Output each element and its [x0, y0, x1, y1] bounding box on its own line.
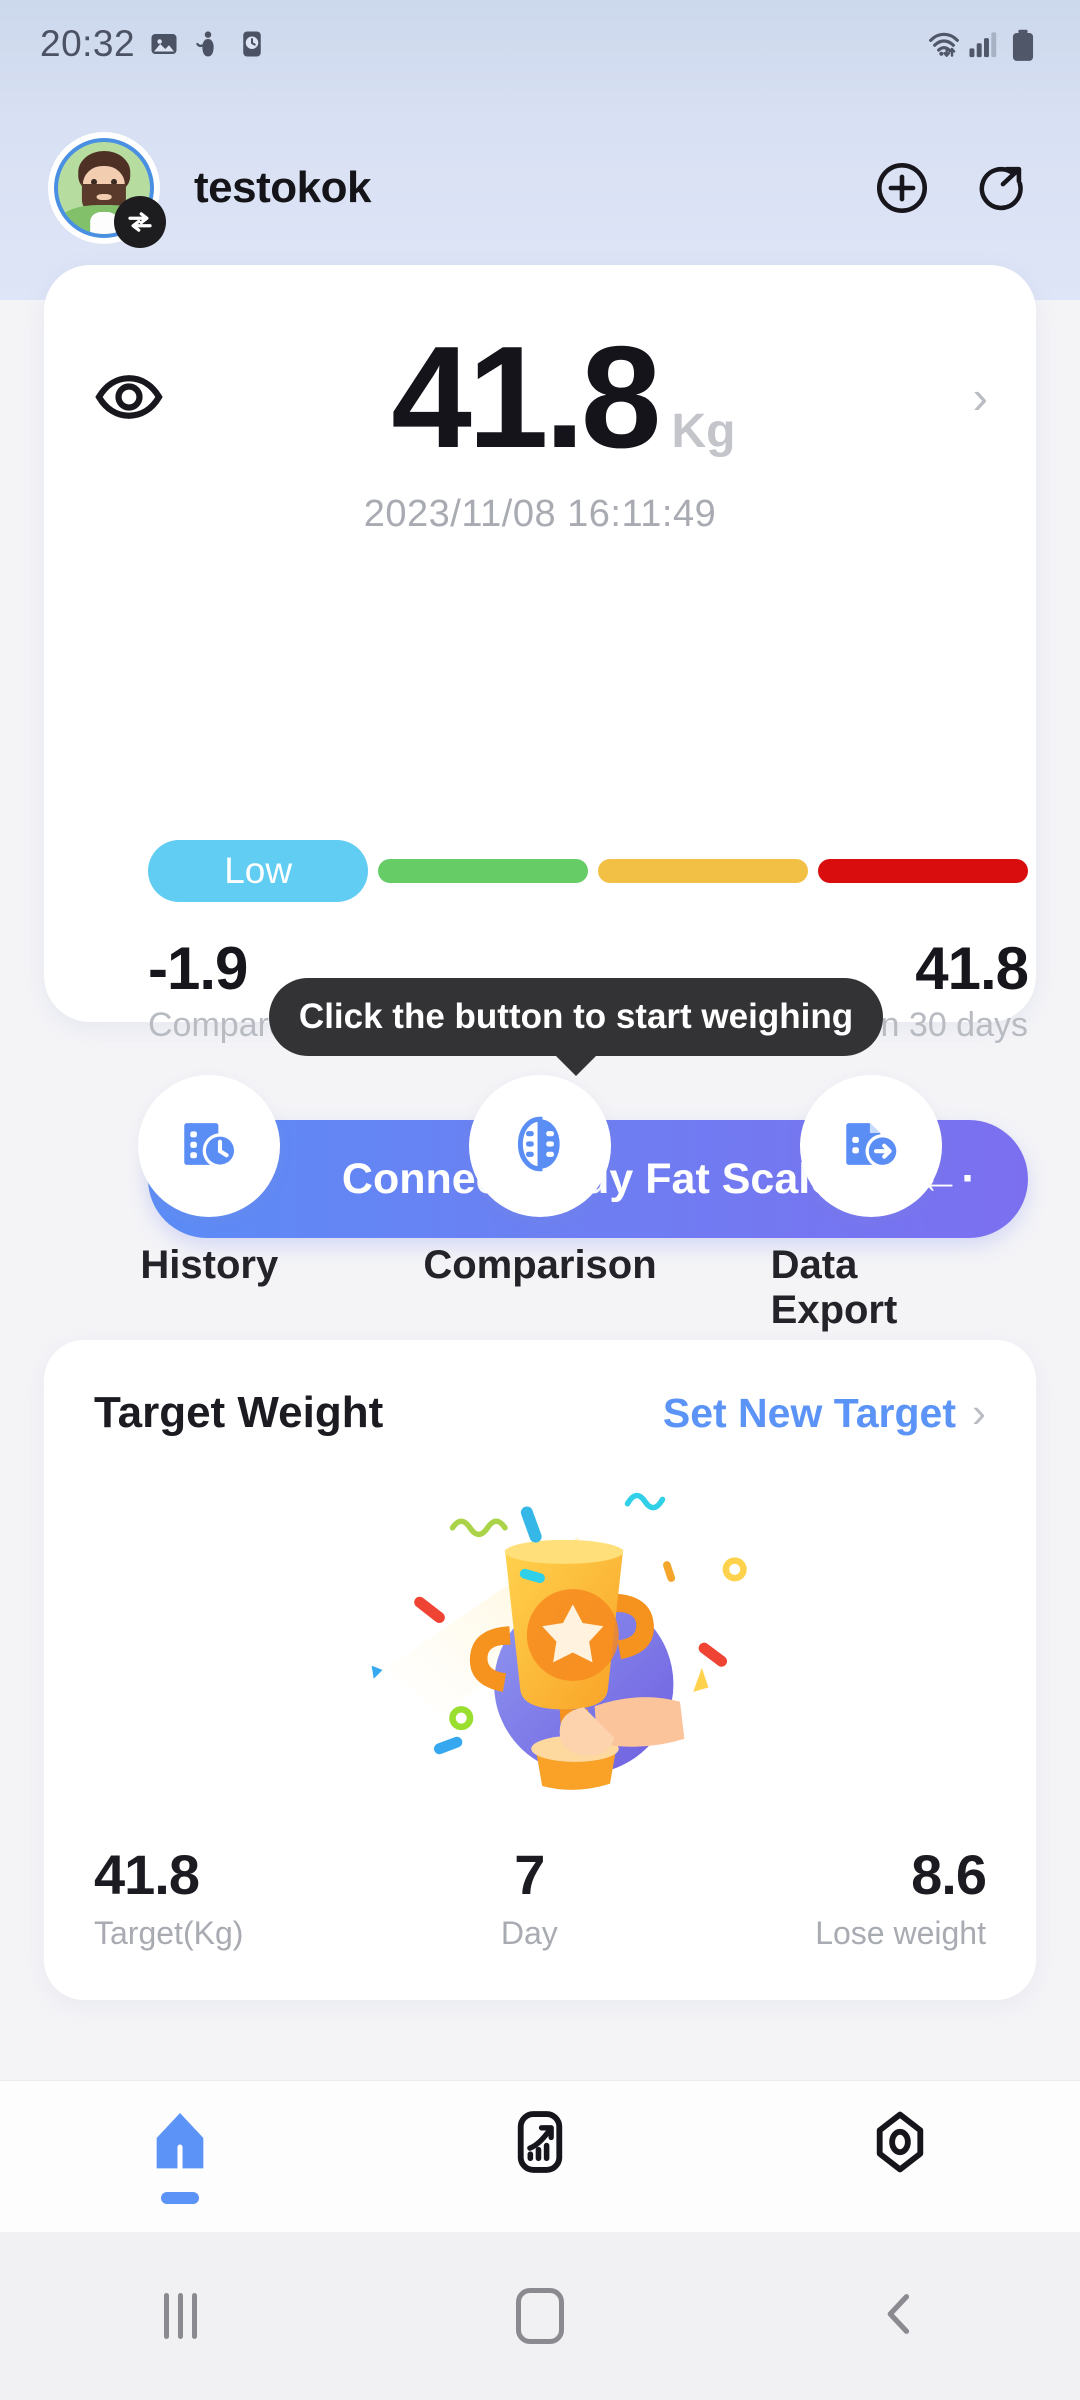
- recents-button[interactable]: [100, 2276, 260, 2356]
- segment-low-label: Low: [224, 850, 293, 891]
- target-card-header: Target Weight Set New Target ›: [94, 1378, 986, 1448]
- weight-range-segments: Low: [148, 840, 1028, 902]
- profile-header-row: testokok: [0, 128, 1080, 248]
- comparison-split-icon: [509, 1113, 571, 1180]
- switch-user-badge[interactable]: [114, 196, 166, 248]
- action-data-export[interactable]: Data Export: [771, 1075, 971, 1333]
- back-chevron-icon: [874, 2288, 926, 2345]
- history-clock-icon: [176, 1111, 242, 1182]
- action-data-export-label: Data Export: [770, 1243, 898, 1332]
- segment-normal[interactable]: [378, 859, 589, 883]
- image-icon: [149, 29, 179, 59]
- status-bar-right: [926, 29, 1040, 61]
- wifi-icon: [926, 29, 959, 59]
- best-value: 41.8: [915, 935, 1029, 1002]
- tooltip-text: Click the button to start weighing: [298, 997, 854, 1036]
- home-square-icon: [516, 2288, 564, 2344]
- target-stats-row: 41.8 Target(Kg) 7 Day 8.6 Lose weight: [94, 1843, 987, 1952]
- trophy-celebration-illustration: [44, 1460, 1036, 1810]
- header-actions: [872, 158, 1032, 218]
- action-data-export-circle: [799, 1075, 942, 1217]
- settings-hex-icon: [869, 2109, 931, 2180]
- set-new-target-label: Set New Target: [662, 1389, 956, 1436]
- set-new-target-button[interactable]: Set New Target ›: [663, 1390, 986, 1437]
- signal-icon: [968, 29, 998, 59]
- nav-indicator-placeholder: [521, 2192, 559, 2204]
- stat-day: 7 Day: [500, 1843, 558, 1952]
- recents-icon: [163, 2293, 197, 2339]
- stat-target-value: 41.8: [94, 1843, 200, 1907]
- status-bar-clock: 20:32: [40, 23, 136, 64]
- stat-target-label: Target(Kg): [94, 1915, 244, 1951]
- trend-chart-icon: [509, 2109, 571, 2180]
- nav-item-trend[interactable]: [440, 2109, 640, 2204]
- avatar-mouth: [96, 193, 112, 200]
- person-icon: [193, 29, 223, 59]
- stat-day-label: Day: [500, 1915, 558, 1951]
- action-comparison[interactable]: Comparison: [423, 1075, 657, 1288]
- segment-low[interactable]: Low: [148, 840, 369, 902]
- weight-unit: Kg: [671, 404, 736, 458]
- chevron-right-icon[interactable]: ›: [973, 374, 988, 420]
- status-bar: 20:32: [0, 0, 1080, 88]
- plus-circle-icon[interactable]: [872, 158, 932, 218]
- action-history[interactable]: History: [109, 1075, 309, 1288]
- stat-lose-weight-label: Lose weight: [815, 1915, 986, 1951]
- action-comparison-label: Comparison: [423, 1243, 657, 1287]
- home-button[interactable]: [460, 2276, 620, 2356]
- eye-icon[interactable]: [92, 360, 166, 434]
- target-card-title: Target Weight: [94, 1388, 384, 1437]
- nav-active-indicator: [161, 2192, 199, 2204]
- status-bar-left: 20:32: [40, 23, 267, 65]
- action-history-label: History: [140, 1243, 279, 1287]
- home-icon: [149, 2109, 211, 2180]
- action-history-circle: [138, 1075, 281, 1217]
- android-navigation-bar: [0, 2232, 1080, 2400]
- chevron-right-icon: ›: [972, 1389, 986, 1436]
- username-label: testokok: [194, 163, 371, 212]
- quick-actions-row: History Comparison Data Export: [44, 1075, 1036, 1332]
- stat-day-value: 7: [514, 1843, 545, 1907]
- refresh-share-icon[interactable]: [972, 158, 1032, 218]
- stat-lose-weight: 8.6 Lose weight: [815, 1843, 987, 1952]
- weighing-tooltip: Click the button to start weighing: [269, 978, 883, 1056]
- weight-display-row[interactable]: 41.8 Kg ›: [44, 317, 1036, 477]
- nav-indicator-placeholder: [881, 2192, 919, 2204]
- nav-item-settings[interactable]: [800, 2109, 1000, 2204]
- data-export-icon: [838, 1111, 904, 1182]
- weight-timestamp: 2023/11/08 16:11:49: [363, 493, 717, 535]
- bottom-navigation: [0, 2080, 1080, 2232]
- nav-item-home[interactable]: [80, 2109, 280, 2204]
- target-weight-card: Target Weight Set New Target › 41.8 Targ…: [44, 1340, 1036, 2000]
- stat-lose-weight-value: 8.6: [911, 1843, 987, 1907]
- stat-target: 41.8 Target(Kg): [94, 1843, 244, 1952]
- weight-summary-card: 41.8 Kg › 2023/11/08 16:11:49 Low -1.9 C…: [44, 265, 1036, 1238]
- weight-value-group: 41.8 Kg: [160, 315, 967, 478]
- weight-value: 41.8: [391, 315, 661, 478]
- segment-high[interactable]: [598, 859, 809, 883]
- battery-icon: [1010, 29, 1040, 61]
- back-button[interactable]: [820, 2276, 980, 2356]
- action-comparison-circle: [468, 1075, 611, 1217]
- avatar[interactable]: [48, 132, 166, 248]
- segment-very-high[interactable]: [818, 859, 1028, 883]
- clock-icon: [237, 29, 267, 59]
